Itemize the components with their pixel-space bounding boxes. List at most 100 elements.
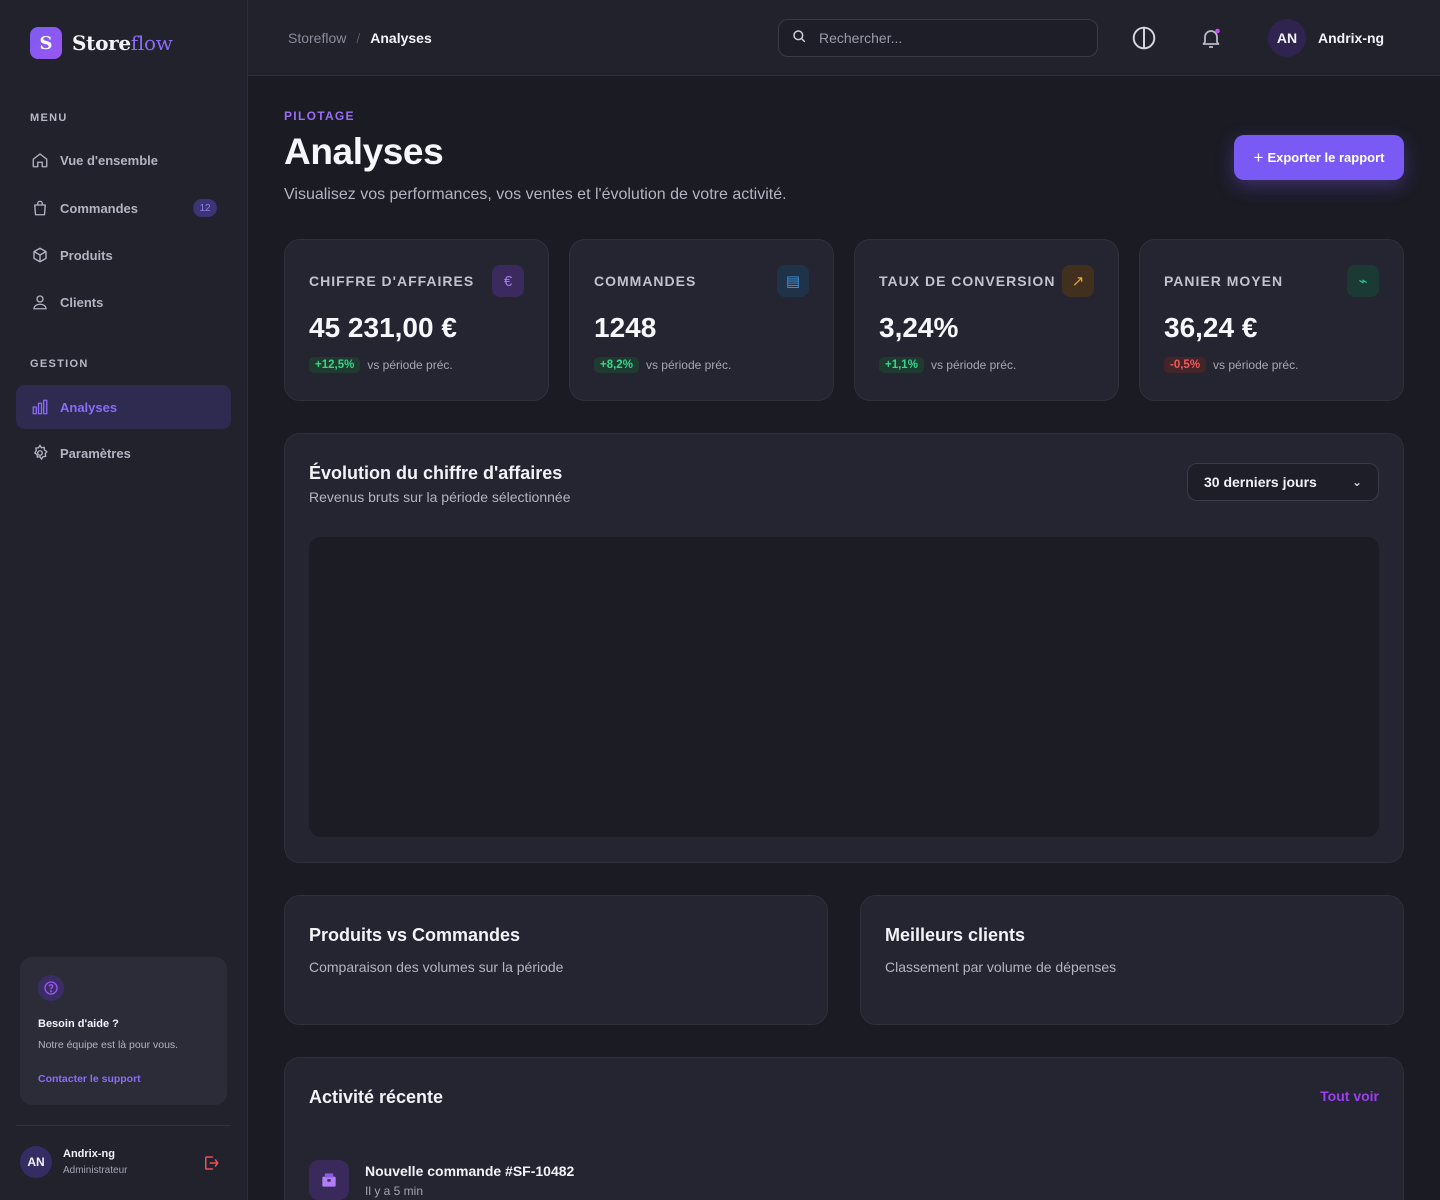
- kpi-delta: -0,5%: [1164, 357, 1207, 373]
- avatar: AN: [20, 1146, 52, 1178]
- products-vs-orders-card: Produits vs Commandes Comparaison des vo…: [284, 895, 828, 1025]
- shopping-bag-icon: [31, 199, 49, 217]
- sidebar-item-label: Produits: [60, 247, 113, 263]
- breadcrumb: Storeflow / Analyses: [288, 30, 432, 46]
- search-icon: [791, 28, 807, 49]
- kpi-card-average-basket: PANIER MOYEN ⌁ 36,24 € -0,5% vs période …: [1139, 239, 1404, 401]
- avatar: AN: [1268, 19, 1306, 57]
- sidebar-user-name: Andrix-ng: [63, 1148, 115, 1160]
- theme-toggle-icon[interactable]: [1130, 24, 1158, 52]
- revenue-chart-subtitle: Revenus bruts sur la période sélectionné…: [309, 489, 571, 505]
- breadcrumb-root[interactable]: Storeflow: [288, 30, 346, 46]
- breadcrumb-separator: /: [356, 30, 361, 46]
- app-name-part2: flow: [130, 31, 173, 55]
- period-select-value: 30 derniers jours: [1204, 474, 1317, 490]
- products-vs-orders-title: Produits vs Commandes: [309, 925, 521, 945]
- activity-title: Nouvelle commande #SF-10482: [365, 1163, 575, 1179]
- header-user-name: Andrix-ng: [1318, 30, 1385, 46]
- contact-support-link[interactable]: Contacter le support: [38, 1073, 209, 1085]
- help-title: Besoin d'aide ?: [38, 1018, 119, 1030]
- sidebar-item-products[interactable]: Produits: [16, 233, 231, 277]
- kpi-compare: vs période préc.: [367, 358, 453, 372]
- bell-icon[interactable]: [1197, 24, 1225, 52]
- kpi-footer: +8,2% vs période préc.: [594, 357, 731, 373]
- kpi-card-orders: COMMANDES ▤ 1248 +8,2% vs période préc.: [569, 239, 834, 401]
- trend-arrow-icon: ↗: [1062, 265, 1094, 297]
- kpi-label: TAUX DE CONVERSION: [879, 273, 1056, 289]
- kpi-footer: +12,5% vs période préc.: [309, 357, 453, 373]
- page-subtitle: Visualisez vos performances, vos ventes …: [284, 186, 787, 203]
- revenue-chart-title: Évolution du chiffre d'affaires: [309, 463, 563, 483]
- sidebar-item-clients[interactable]: Clients: [16, 280, 231, 324]
- header-user-menu[interactable]: AN Andrix-ng: [1268, 19, 1384, 57]
- app-name-part1: Store: [72, 31, 131, 55]
- kpi-value: 1248: [594, 312, 657, 343]
- export-report-button[interactable]: + Exporter le rapport: [1234, 135, 1404, 180]
- kpi-label: PANIER MOYEN: [1164, 273, 1284, 289]
- kpi-compare: vs période préc.: [930, 358, 1017, 372]
- kpi-value: 36,24 €: [1164, 312, 1258, 343]
- kpi-footer: +1,1% vs période préc.: [879, 357, 1016, 373]
- kpi-delta: +12,5%: [309, 357, 361, 373]
- chevron-down-icon: ⌄: [1351, 475, 1362, 489]
- sidebar-item-settings[interactable]: Paramètres: [16, 431, 231, 475]
- activity-time: Il y a 5 min: [365, 1184, 424, 1198]
- sidebar-item-overview[interactable]: Vue d'ensemble: [16, 138, 231, 182]
- search-input[interactable]: [819, 30, 1079, 46]
- sidebar-item-label: Paramètres: [60, 445, 131, 461]
- best-clients-card: Meilleurs clients Classement par volume …: [860, 895, 1404, 1025]
- home-icon: [31, 151, 49, 169]
- sidebar-user[interactable]: AN Andrix-ng Administrateur: [20, 1146, 127, 1178]
- sidebar-divider: [16, 1125, 231, 1126]
- kpi-label: CHIFFRE D'AFFAIRES: [309, 273, 475, 289]
- sidebar-item-analyses[interactable]: Analyses: [16, 385, 231, 429]
- kpi-label: COMMANDES: [594, 273, 697, 289]
- kpi-compare: vs période préc.: [1213, 358, 1299, 372]
- euro-icon: €: [492, 265, 524, 297]
- view-all-link[interactable]: Tout voir: [1320, 1088, 1379, 1104]
- kpi-footer: -0,5% vs période préc.: [1164, 357, 1298, 373]
- best-clients-subtitle: Classement par volume de dépenses: [885, 959, 1117, 975]
- plus-icon: +: [1253, 147, 1264, 167]
- kpi-delta: +8,2%: [594, 357, 639, 373]
- page-title: Analyses: [284, 131, 444, 172]
- app-name: Storeflow: [72, 31, 173, 55]
- sidebar: S Storeflow MENU Vue d'ensemble Commande…: [0, 0, 248, 1200]
- sidebar-item-label: Clients: [60, 294, 104, 310]
- kpi-delta: +1,1%: [879, 357, 924, 373]
- export-report-label: Exporter le rapport: [1267, 150, 1385, 165]
- sidebar-user-role: Administrateur: [63, 1165, 128, 1176]
- gear-icon: [31, 444, 49, 462]
- top-header: Storeflow / Analyses AN Andrix-ng: [248, 0, 1440, 76]
- logo-mark: S: [30, 27, 62, 59]
- logout-icon[interactable]: [202, 1154, 220, 1172]
- breadcrumb-current: Analyses: [370, 30, 432, 46]
- help-text: Notre équipe est là pour vous.: [38, 1039, 179, 1051]
- recent-activity-title: Activité récente: [309, 1087, 444, 1107]
- menu-section-label: MENU: [30, 112, 68, 124]
- kpi-card-revenue: CHIFFRE D'AFFAIRES € 45 231,00 € +12,5% …: [284, 239, 549, 401]
- list-icon: ▤: [777, 265, 809, 297]
- help-card: Besoin d'aide ? Notre équipe est là pour…: [20, 957, 227, 1105]
- sidebar-item-orders[interactable]: Commandes 12: [16, 186, 231, 230]
- bar-chart-icon: [31, 398, 49, 416]
- kpi-compare: vs période préc.: [645, 358, 732, 372]
- sidebar-item-label: Analyses: [60, 399, 118, 415]
- kpi-value: 3,24%: [879, 312, 959, 343]
- page-eyebrow: PILOTAGE: [284, 109, 355, 123]
- activity-item[interactable]: Nouvelle commande #SF-10482 Il y a 5 min: [309, 1159, 574, 1200]
- gestion-section-label: GESTION: [30, 358, 89, 370]
- products-vs-orders-subtitle: Comparaison des volumes sur la période: [309, 959, 564, 975]
- app-logo[interactable]: S Storeflow: [30, 27, 173, 59]
- kpi-card-conversion: TAUX DE CONVERSION ↗ 3,24% +1,1% vs péri…: [854, 239, 1119, 401]
- box-icon: [31, 246, 49, 264]
- kpi-value: 45 231,00 €: [309, 312, 457, 343]
- recent-activity-card: Activité récente Tout voir Nouvelle comm…: [284, 1057, 1404, 1200]
- orders-count-badge: 12: [193, 199, 217, 217]
- users-icon: [31, 293, 49, 311]
- revenue-chart-card: Évolution du chiffre d'affaires Revenus …: [284, 433, 1404, 863]
- best-clients-title: Meilleurs clients: [885, 925, 1026, 945]
- wave-icon: ⌁: [1347, 265, 1379, 297]
- search-box[interactable]: [778, 19, 1098, 57]
- period-select[interactable]: 30 derniers jours ⌄: [1187, 463, 1379, 501]
